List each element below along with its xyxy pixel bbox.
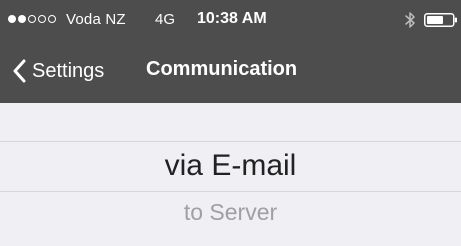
signal-dot	[38, 15, 46, 23]
signal-strength-icon	[8, 15, 56, 25]
picker-wheel[interactable]: via E-mail to Server	[0, 103, 461, 246]
signal-dot	[8, 15, 16, 23]
status-time: 10:38 AM	[197, 10, 267, 27]
signal-dot	[28, 15, 36, 23]
picker-option-selected[interactable]: via E-mail	[0, 149, 461, 183]
page-title: Communication	[146, 58, 298, 80]
back-button-label: Settings	[32, 59, 105, 82]
battery-icon	[424, 13, 457, 27]
back-button[interactable]: Settings	[12, 56, 104, 86]
carrier-name: Voda NZ	[66, 11, 126, 28]
picker-option[interactable]: to Server	[0, 199, 461, 226]
navigation-bar: Settings Communication	[0, 44, 461, 103]
picker-selection-top-divider	[0, 141, 461, 142]
chevron-left-icon	[13, 59, 26, 83]
status-bar: Voda NZ 4G 10:38 AM	[0, 0, 461, 44]
signal-dot	[18, 15, 26, 23]
bluetooth-icon	[405, 12, 415, 28]
top-bar: Voda NZ 4G 10:38 AM Settings Communicati…	[0, 0, 461, 103]
network-type: 4G	[155, 11, 176, 28]
signal-dot	[48, 15, 56, 23]
picker-selection-bottom-divider	[0, 191, 461, 192]
